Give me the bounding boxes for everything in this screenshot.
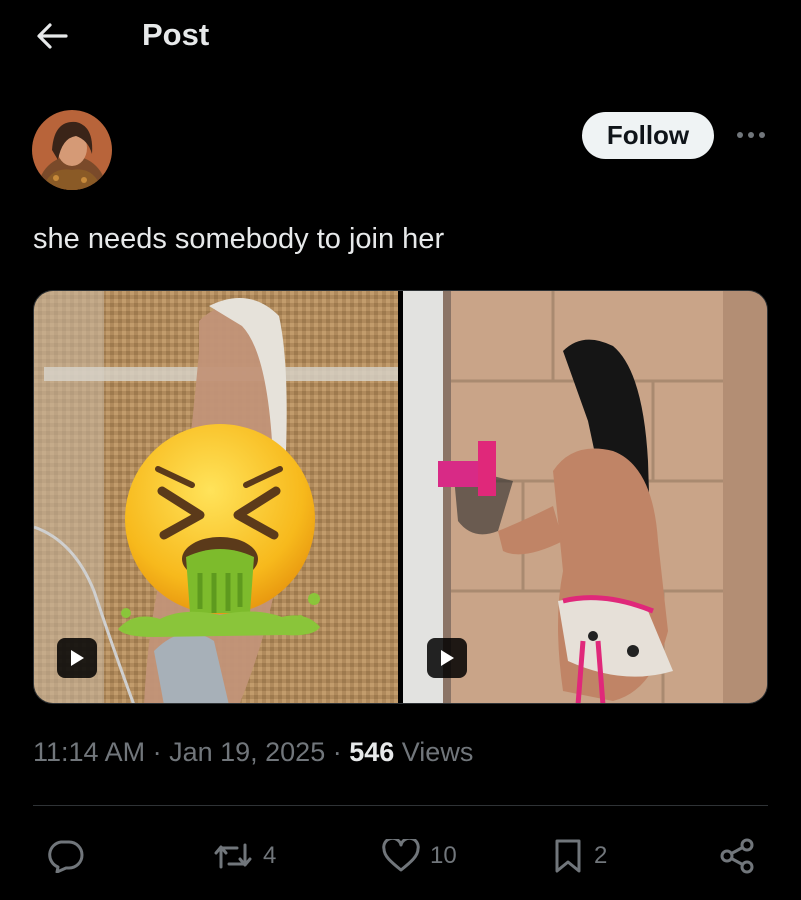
play-button[interactable] bbox=[57, 638, 97, 678]
reply-icon bbox=[48, 840, 84, 873]
video-thumbnail-1[interactable] bbox=[34, 291, 398, 703]
page-title: Post bbox=[142, 17, 210, 52]
share-icon bbox=[720, 838, 754, 874]
top-bar: Post bbox=[0, 0, 801, 72]
bookmark-icon bbox=[555, 839, 581, 873]
share-button[interactable] bbox=[718, 828, 756, 884]
play-icon bbox=[71, 650, 84, 666]
meta-separator: · bbox=[325, 737, 350, 767]
media-grid bbox=[33, 290, 768, 704]
heart-icon bbox=[382, 839, 420, 872]
post-meta: 11:14 AM · Jan 19, 2025 · 546 Views bbox=[33, 737, 473, 768]
play-button[interactable] bbox=[427, 638, 467, 678]
follow-button[interactable]: Follow bbox=[582, 112, 714, 159]
more-horizontal-icon bbox=[737, 132, 765, 138]
repost-count: 4 bbox=[263, 842, 277, 869]
post-date[interactable]: Jan 19, 2025 bbox=[169, 737, 325, 767]
divider bbox=[33, 805, 768, 806]
bookmark-count: 2 bbox=[594, 842, 608, 869]
back-button[interactable] bbox=[32, 18, 72, 54]
play-icon bbox=[441, 650, 454, 666]
like-button[interactable]: 10 bbox=[382, 828, 457, 884]
like-count: 10 bbox=[430, 842, 457, 869]
video-thumbnail-2[interactable] bbox=[403, 291, 767, 703]
post-time[interactable]: 11:14 AM bbox=[33, 737, 145, 767]
arrow-left-icon bbox=[37, 23, 68, 49]
bookmark-button[interactable]: 2 bbox=[552, 828, 607, 884]
repost-button[interactable]: 4 bbox=[213, 828, 276, 884]
views-label: Views bbox=[394, 737, 474, 767]
post-text: she needs somebody to join her bbox=[33, 223, 445, 255]
avatar[interactable] bbox=[32, 110, 112, 190]
vomiting-face-emoji bbox=[118, 424, 320, 637]
action-bar: 4 10 2 bbox=[0, 828, 801, 884]
repost-icon bbox=[214, 843, 252, 869]
views-count: 546 bbox=[349, 737, 395, 767]
more-button[interactable] bbox=[734, 122, 768, 148]
meta-separator: · bbox=[145, 737, 170, 767]
reply-button[interactable] bbox=[46, 828, 94, 884]
